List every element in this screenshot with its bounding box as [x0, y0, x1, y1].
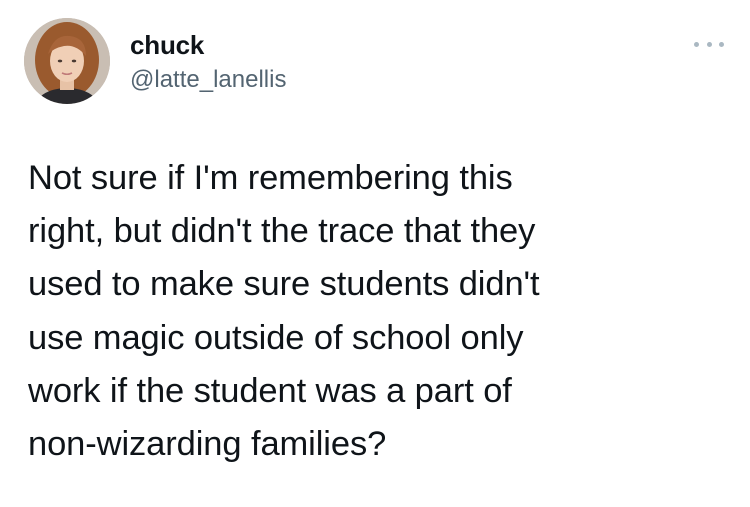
tweet-text: Not sure if I'm remembering this right, … — [28, 159, 540, 464]
display-name[interactable]: chuck — [130, 30, 286, 60]
more-horizontal-icon-dot — [706, 41, 712, 47]
more-horizontal-icon — [694, 41, 699, 47]
more-horizontal-icon-dot — [719, 41, 724, 47]
user-handle[interactable]: @latte_lanellis — [130, 66, 286, 94]
avatar-image — [24, 18, 110, 104]
user-info: chuck @latte_lanellis — [130, 30, 286, 94]
avatar[interactable] — [24, 18, 110, 104]
more-options-button[interactable] — [694, 34, 724, 54]
tweet-card: chuck @latte_lanellis Not sure if I'm re… — [0, 0, 750, 507]
